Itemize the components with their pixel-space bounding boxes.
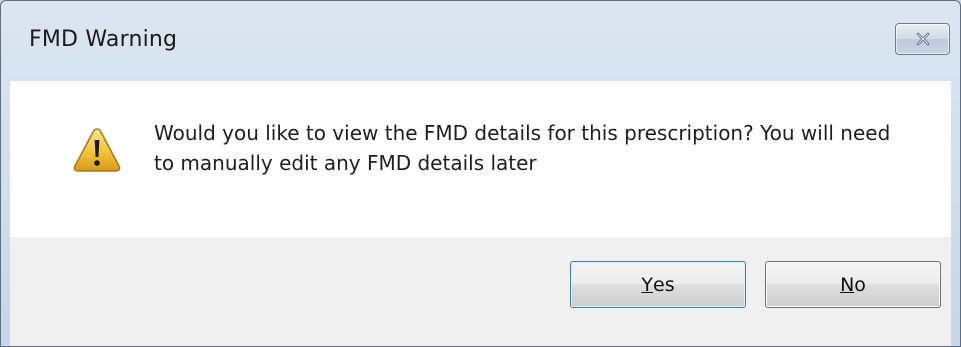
no-label-rest: o	[854, 273, 866, 296]
yes-label-rest: es	[653, 273, 675, 296]
no-button[interactable]: No	[765, 261, 941, 308]
warning-icon	[73, 128, 121, 172]
dialog-message: Would you like to view the FMD details f…	[154, 121, 891, 175]
close-button[interactable]	[895, 23, 950, 55]
message-area: Would you like to view the FMD details f…	[10, 81, 951, 237]
yes-button[interactable]: Yes	[570, 261, 746, 308]
fmd-warning-dialog: FMD Warning Would you like to view the F…	[0, 0, 961, 347]
dialog-title: FMD Warning	[29, 27, 178, 52]
title-bar[interactable]: FMD Warning	[1, 1, 960, 81]
button-bar: Yes No	[10, 237, 951, 346]
close-icon	[916, 32, 929, 46]
yes-mnemonic: Y	[641, 273, 653, 296]
no-mnemonic: N	[840, 273, 855, 296]
